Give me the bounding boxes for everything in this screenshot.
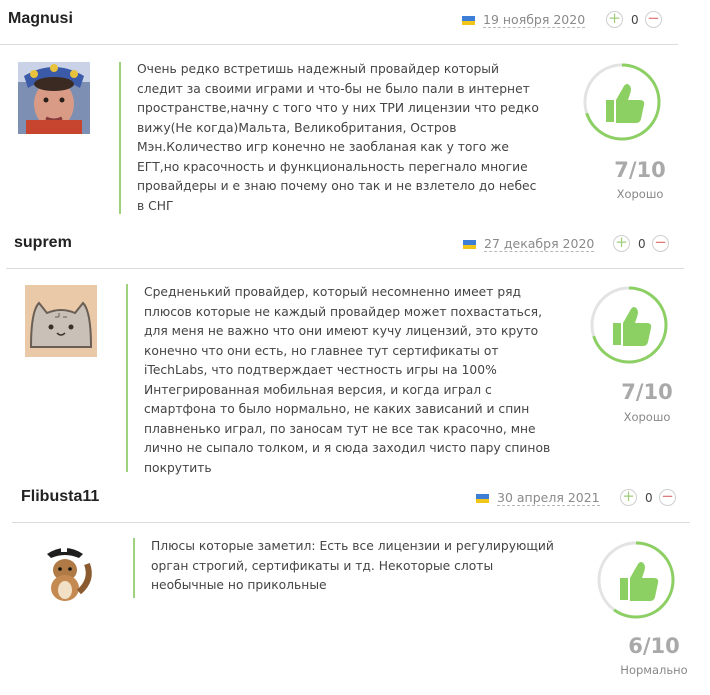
review-date: 19 ноября 2020 [483, 12, 586, 28]
header-divider [0, 44, 678, 45]
thumbs-up-rating-icon [597, 541, 675, 619]
vote-count: 0 [645, 491, 653, 505]
avatar [33, 540, 97, 604]
review-text: Средненький провайдер, который несомненн… [144, 285, 551, 475]
avatar [18, 62, 90, 134]
vote-count: 0 [638, 237, 646, 251]
header-divider [12, 522, 690, 523]
downvote-button[interactable]: − [659, 489, 676, 506]
upvote-button[interactable]: + [606, 11, 623, 28]
upvote-button[interactable]: + [620, 489, 637, 506]
ukraine-flag-icon [476, 494, 489, 503]
photo-face-icon [18, 62, 90, 134]
thumbs-up-rating-icon [590, 286, 668, 364]
rating-score: 6/10 [628, 634, 680, 658]
review-header: suprem 27 декабря 2020 + 0 − [0, 228, 710, 260]
vote-count: 0 [631, 13, 639, 27]
header-divider [6, 268, 684, 269]
rating-label: Хорошо [616, 187, 664, 201]
review-header: Magnusi 19 ноября 2020 + 0 − [0, 4, 710, 36]
review-header: Flibusta11 30 апреля 2021 + 0 − [0, 482, 710, 514]
ukraine-flag-icon [462, 16, 475, 25]
review-card: Magnusi 19 ноября 2020 + 0 − Очень редко… [0, 0, 710, 230]
downvote-button[interactable]: − [652, 235, 669, 252]
review-card: Flibusta11 30 апреля 2021 + 0 − Плюсы ко… [0, 482, 710, 695]
rating-label: Нормально [620, 663, 688, 677]
review-card: suprem 27 декабря 2020 + 0 − Средненький… [0, 228, 710, 478]
thumbs-up-rating-icon [583, 63, 661, 141]
rating-score: 7/10 [621, 380, 673, 404]
username[interactable]: Flibusta11 [21, 488, 99, 506]
review-date: 30 апреля 2021 [497, 490, 600, 506]
review-date: 27 декабря 2020 [484, 236, 595, 252]
review-text: Плюсы которые заметил: Есть все лицензии… [151, 539, 554, 592]
comment-accent-line [133, 538, 135, 598]
avatar [25, 285, 97, 357]
username[interactable]: suprem [14, 234, 72, 252]
rating-label: Хорошо [623, 410, 671, 424]
thumbs-up-shape [606, 84, 645, 123]
thumbs-up-shape [620, 562, 659, 601]
username[interactable]: Magnusi [8, 10, 73, 28]
review-text: Очень редко встретишь надежный провайдер… [137, 62, 539, 213]
comment-accent-line [119, 62, 121, 214]
ukraine-flag-icon [463, 240, 476, 249]
downvote-button[interactable]: − [645, 11, 662, 28]
rating-score: 7/10 [614, 158, 666, 182]
chipmunk-pirate-icon [33, 540, 97, 604]
upvote-button[interactable]: + [613, 235, 630, 252]
comment-accent-line [126, 284, 128, 472]
cat-icon [25, 285, 97, 357]
thumbs-up-shape [613, 307, 652, 346]
